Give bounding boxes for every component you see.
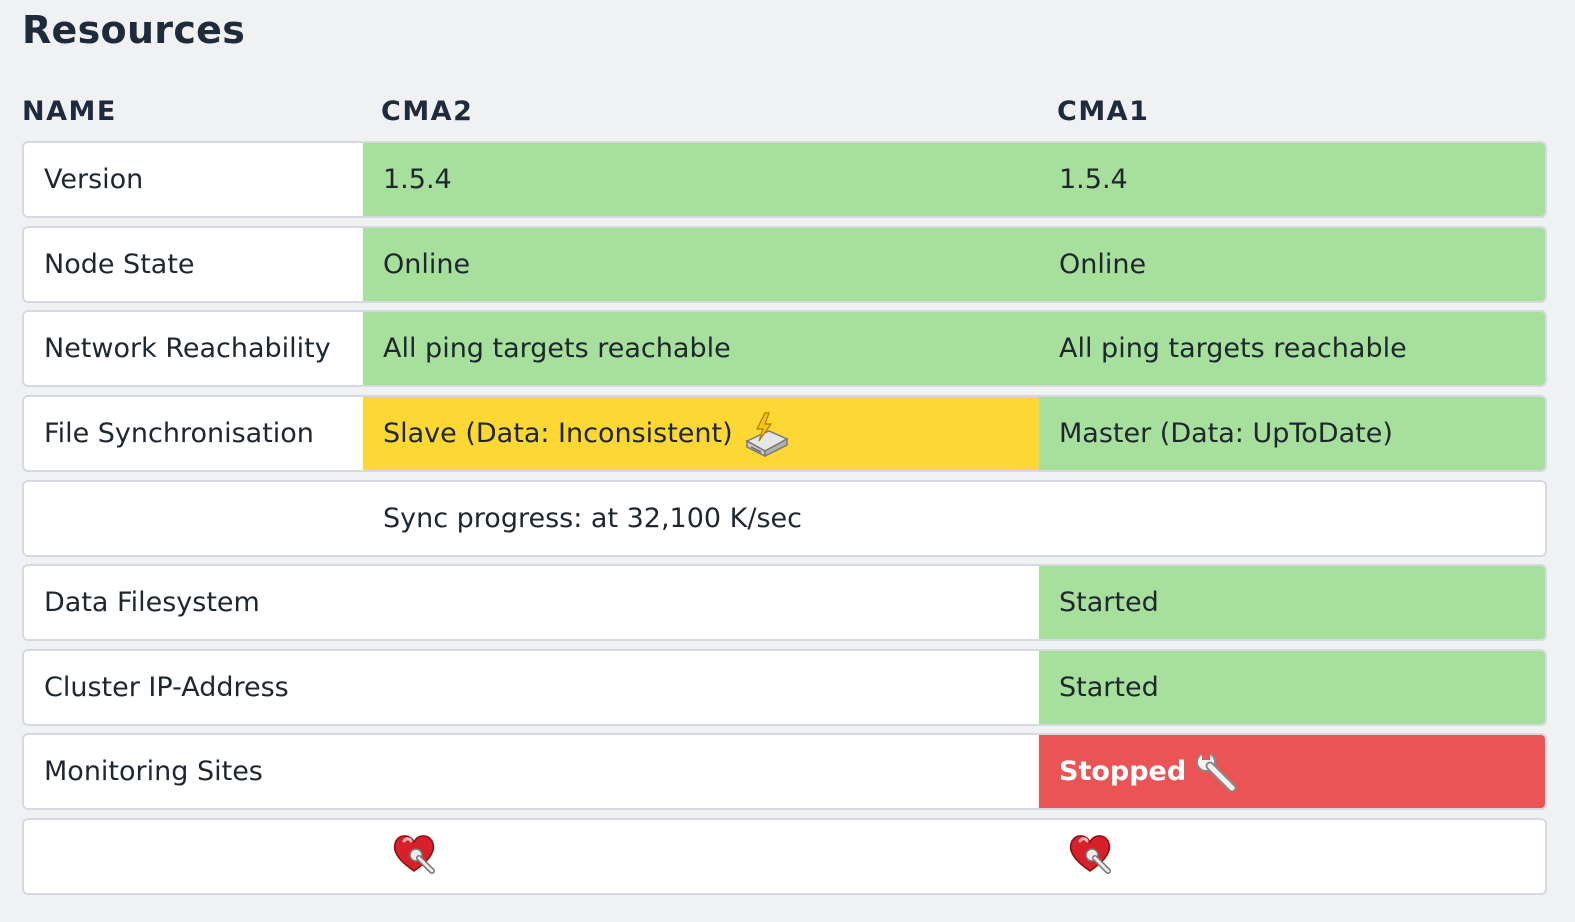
page-title: Resources	[22, 8, 246, 52]
cma1-network: All ping targets reachable	[1039, 312, 1545, 385]
row-file-synchronisation: File Synchronisation Slave (Data: Incons…	[22, 395, 1547, 472]
row-data-filesystem: Data Filesystem Started	[22, 564, 1547, 641]
row-network-reachability: Network Reachability All ping targets re…	[22, 310, 1547, 387]
sync-progress-text: Sync progress: at 32,100 K/sec	[383, 503, 802, 534]
cma2-actions	[363, 820, 1039, 893]
heart-wrench-icon[interactable]	[390, 831, 440, 882]
row-label: Monitoring Sites	[44, 756, 263, 787]
row-monitoring-sites: Monitoring Sites Stopped	[22, 733, 1547, 810]
cma1-monitoring-sites-text: Stopped	[1059, 756, 1187, 787]
cma2-node-state: Online	[363, 228, 1039, 301]
row-cluster-ip-address: Cluster IP-Address Started	[22, 649, 1547, 726]
column-header-cma2: CMA2	[381, 96, 474, 127]
column-header-name: NAME	[22, 96, 117, 127]
row-label: Version	[44, 164, 144, 195]
row-label: Network Reachability	[44, 333, 331, 364]
heart-wrench-icon[interactable]	[1066, 831, 1116, 882]
row-label: Data Filesystem	[44, 587, 260, 618]
row-label: Node State	[44, 249, 195, 280]
row-label: File Synchronisation	[44, 418, 314, 449]
resources-page: Resources NAME CMA2 CMA1 Version 1.5.4 1…	[0, 0, 1575, 922]
row-label: Cluster IP-Address	[44, 672, 289, 703]
row-version: Version 1.5.4 1.5.4	[22, 141, 1547, 218]
cma2-file-sync-text: Slave (Data: Inconsistent)	[383, 418, 733, 449]
cma2-network: All ping targets reachable	[363, 312, 1039, 385]
cma1-cluster-ip: Started	[1039, 651, 1545, 724]
column-header-cma1: CMA1	[1057, 96, 1150, 127]
disk-sync-icon[interactable]	[741, 411, 791, 457]
row-node-state: Node State Online Online	[22, 226, 1547, 303]
cma1-node-state: Online	[1039, 228, 1545, 301]
row-sync-progress: Sync progress: at 32,100 K/sec	[22, 480, 1547, 557]
cma1-actions	[1039, 820, 1545, 893]
cma1-data-filesystem: Started	[1039, 566, 1545, 639]
cma2-version: 1.5.4	[363, 143, 1039, 216]
cma1-version: 1.5.4	[1039, 143, 1545, 216]
row-actions	[22, 818, 1547, 895]
cma1-file-sync: Master (Data: UpToDate)	[1039, 397, 1545, 470]
wrench-icon[interactable]	[1194, 750, 1238, 794]
cma2-file-sync: Slave (Data: Inconsistent)	[363, 397, 1039, 470]
cma1-monitoring-sites: Stopped	[1039, 735, 1545, 808]
